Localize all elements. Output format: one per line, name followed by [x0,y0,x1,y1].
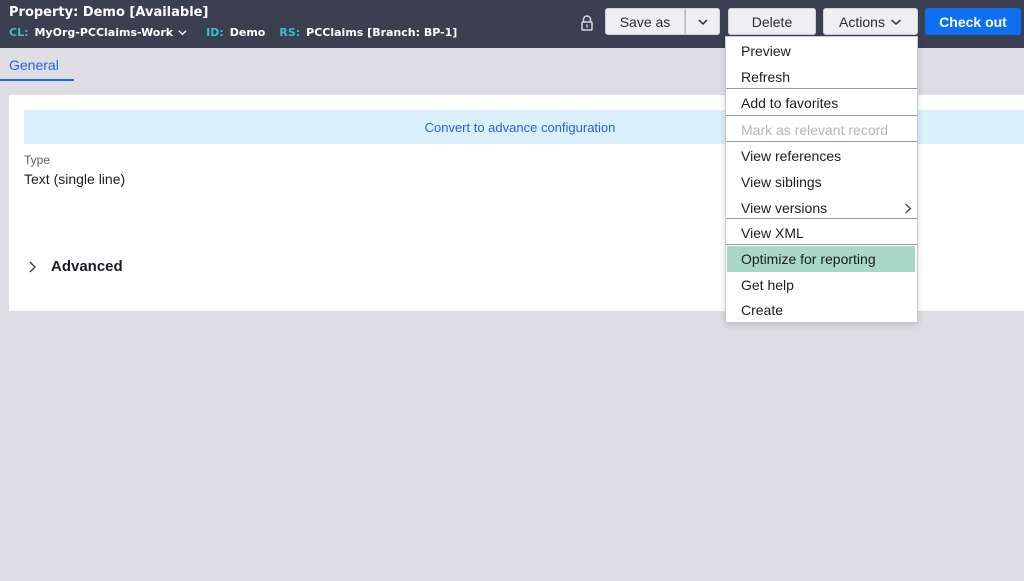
chevron-right-icon [29,261,36,272]
delete-button[interactable]: Delete [728,8,816,35]
menu-item-view-xml[interactable]: View XML [726,220,917,246]
chevron-down-icon[interactable] [177,27,188,38]
rs-key: RS: [279,26,301,39]
id-value: Demo [229,26,266,39]
lock-icon [581,15,593,31]
menu-divider [726,88,917,89]
actions-button[interactable]: Actions [823,8,918,35]
advanced-section-toggle[interactable]: Advanced [27,258,123,275]
actions-menu: Preview Refresh Add to favorites Mark as… [725,36,918,323]
menu-item-add-to-favorites[interactable]: Add to favorites [726,90,917,116]
record-meta: CL: MyOrg-PCClaims-Work ID: Demo RS: PCC… [9,26,457,39]
menu-divider [726,218,917,219]
tab-general[interactable]: General [0,49,74,81]
type-label: Type [24,153,51,167]
menu-item-refresh[interactable]: Refresh [726,64,917,90]
menu-item-preview[interactable]: Preview [726,38,917,64]
menu-item-get-help[interactable]: Get help [726,272,917,298]
cl-key: CL: [9,26,29,39]
menu-item-view-siblings[interactable]: View siblings [726,169,917,195]
advanced-label: Advanced [51,258,123,275]
save-as-button[interactable]: Save as [605,8,685,35]
cl-value[interactable]: MyOrg-PCClaims-Work [34,26,173,39]
id-key: ID: [206,26,224,39]
menu-divider [726,141,917,142]
menu-item-mark-relevant: Mark as relevant record [741,122,889,138]
rs-value: PCClaims [Branch: BP-1] [306,26,458,39]
chevron-down-icon [890,18,901,25]
page-title: Property: Demo [Available] [9,5,209,20]
check-out-button[interactable]: Check out [925,8,1021,35]
menu-item-optimize-for-reporting[interactable]: Optimize for reporting [727,246,915,272]
menu-item-view-references[interactable]: View references [726,143,917,169]
view-versions-label: View versions [741,200,828,216]
menu-item-create[interactable]: Create [726,297,917,323]
actions-label: Actions [839,13,885,30]
menu-divider [726,115,917,116]
type-value: Text (single line) [24,171,126,187]
chevron-right-icon [905,203,912,214]
save-as-dropdown-button[interactable] [685,8,720,35]
menu-divider [726,244,917,245]
chevron-down-icon [697,18,708,25]
